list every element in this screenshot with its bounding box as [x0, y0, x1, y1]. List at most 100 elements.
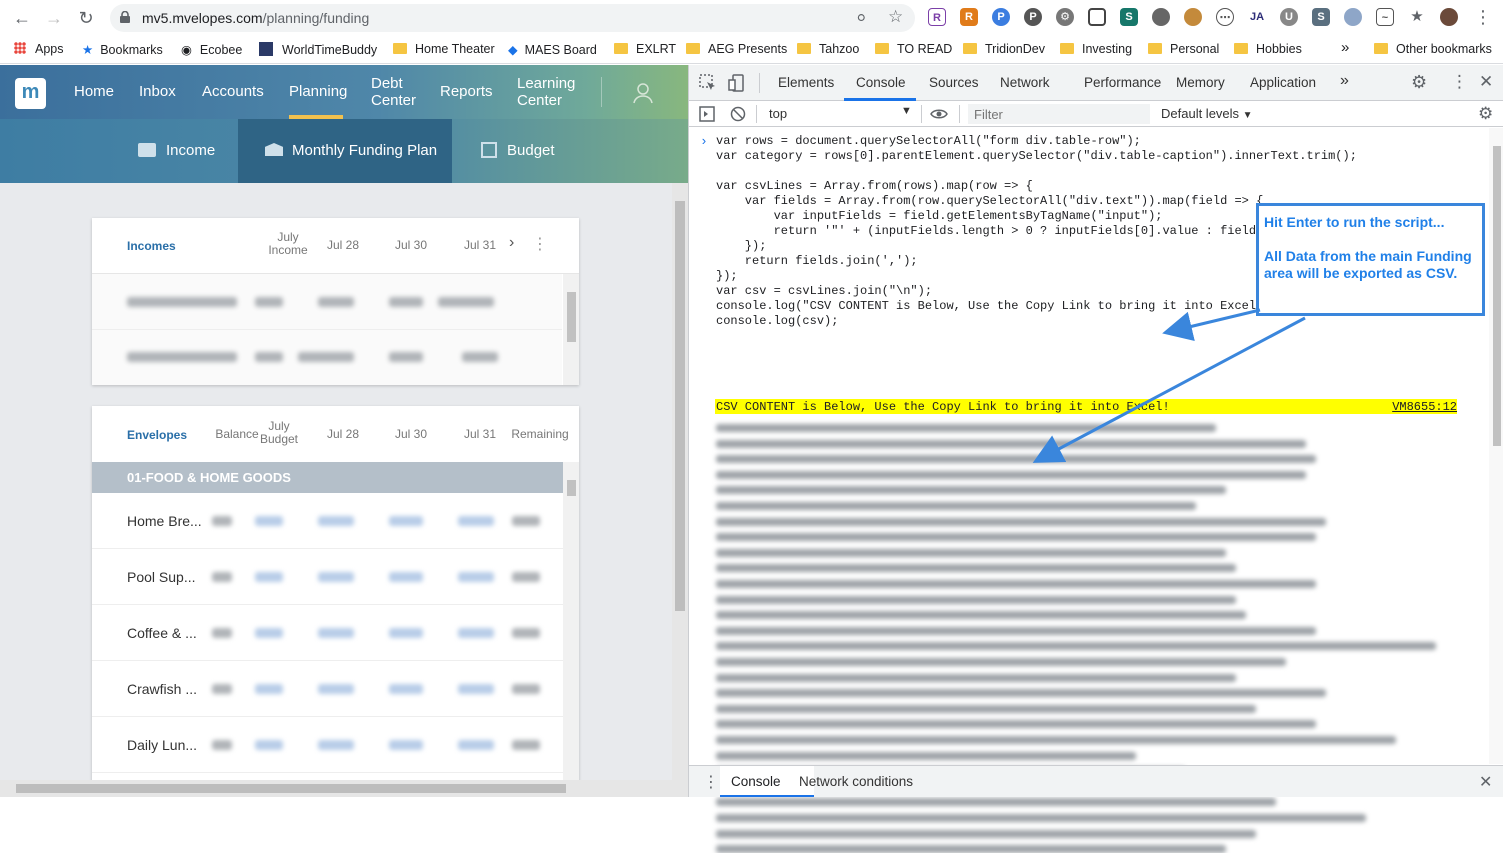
envelope-row[interactable]: Crawfish ...	[92, 661, 563, 717]
nav-inbox[interactable]: Inbox	[139, 83, 176, 100]
screenshot-icon[interactable]	[1088, 8, 1106, 26]
bookmark-personal[interactable]: Personal	[1148, 42, 1219, 58]
bookmark-tahzoo[interactable]: Tahzoo	[797, 42, 859, 58]
extension-r-icon[interactable]: R	[928, 8, 946, 26]
extension-ja-icon[interactable]: JA	[1248, 8, 1266, 26]
blurred-cell	[255, 352, 283, 362]
blurred-cell	[458, 516, 494, 526]
browser-menu-icon[interactable]: ⋮	[1474, 7, 1492, 28]
next-columns-icon[interactable]: ›	[509, 234, 514, 252]
envelope-row[interactable]: Pool Sup...	[92, 549, 563, 605]
extension-u-icon[interactable]: U	[1280, 8, 1298, 26]
pinterest-icon[interactable]: P	[1024, 8, 1042, 26]
tab-elements[interactable]: Elements	[778, 75, 834, 90]
mvelopes-logo[interactable]: m	[15, 78, 46, 109]
tab-application[interactable]: Application	[1250, 75, 1316, 90]
page-scrollbar[interactable]	[672, 183, 688, 797]
scroll-thumb[interactable]	[567, 480, 576, 496]
extension-circle-icon[interactable]	[1152, 8, 1170, 26]
nav-accounts[interactable]: Accounts	[202, 83, 264, 100]
bookmark-to-read[interactable]: TO READ	[875, 42, 952, 58]
key-icon[interactable]: ⚪	[855, 9, 868, 27]
console-filter-input[interactable]	[968, 104, 1150, 124]
blurred-cell	[212, 572, 232, 582]
horizontal-scrollbar[interactable]	[0, 780, 672, 797]
inspect-element-icon[interactable]	[699, 74, 717, 92]
star-icon[interactable]: ☆	[888, 7, 903, 27]
scroll-thumb[interactable]	[1493, 146, 1501, 446]
extension-p-icon[interactable]: P	[992, 8, 1010, 26]
category-header[interactable]: 01-FOOD & HOME GOODS	[92, 462, 563, 493]
console-settings-icon[interactable]: ⚙	[1478, 104, 1493, 124]
bookmark-apps[interactable]: Apps	[14, 42, 64, 58]
tab-memory[interactable]: Memory	[1176, 75, 1225, 90]
eye-icon[interactable]	[930, 107, 948, 121]
scroll-thumb[interactable]	[567, 292, 576, 342]
bookmark-worldtimebuddy[interactable]: WorldTimeBuddy	[259, 42, 377, 58]
bookmark-aeg-presents[interactable]: AEG Presents	[686, 42, 787, 58]
extension-s-icon[interactable]: S	[1120, 8, 1138, 26]
bookmark-home-theater[interactable]: Home Theater	[393, 42, 495, 58]
scroll-thumb[interactable]	[16, 784, 566, 793]
nav-planning[interactable]: Planning	[289, 83, 347, 100]
envelopes-scrollbar[interactable]	[563, 462, 579, 797]
puzzle-icon[interactable]: ★	[1408, 8, 1426, 26]
bookmark-ecobee[interactable]: ◉ Ecobee	[181, 42, 242, 58]
nav-home[interactable]: Home	[74, 83, 114, 100]
nav-debt-center[interactable]: Debt Center	[371, 75, 416, 109]
drawer-tab-network-conditions[interactable]: Network conditions	[799, 774, 913, 789]
tab-network[interactable]: Network	[1000, 75, 1050, 90]
envelope-row[interactable]: Home Bre...	[92, 493, 563, 549]
reload-icon[interactable]: ↻	[74, 6, 98, 30]
kebab-menu-icon[interactable]: ⋮	[532, 234, 548, 254]
tab-console[interactable]: Console	[856, 75, 906, 90]
avatar[interactable]	[1440, 8, 1458, 26]
income-row[interactable]	[92, 330, 562, 385]
nav-learning-center[interactable]: Learning Center	[517, 75, 575, 109]
bookmark-hobbies[interactable]: Hobbies	[1234, 42, 1302, 58]
sidebar-toggle-icon[interactable]	[699, 106, 715, 122]
bookmark-investing[interactable]: Investing	[1060, 42, 1132, 58]
cookie-icon[interactable]	[1184, 8, 1202, 26]
extension-s2-icon[interactable]: S	[1312, 8, 1330, 26]
forward-icon[interactable]: →	[42, 6, 66, 30]
bookmark-bookmarks[interactable]: ★ Bookmarks	[82, 42, 163, 58]
context-dropdown-icon[interactable]: ▼	[901, 105, 912, 117]
device-toolbar-icon[interactable]	[728, 74, 746, 92]
incomes-scrollbar[interactable]	[563, 274, 579, 385]
close-devtools-icon[interactable]: ✕	[1479, 72, 1493, 92]
envelope-row[interactable]: Coffee & ...	[92, 605, 563, 661]
bookmark-other[interactable]: Other bookmarks	[1374, 42, 1492, 58]
subnav-budget[interactable]: Budget	[481, 119, 581, 183]
tab-performance[interactable]: Performance	[1084, 75, 1161, 90]
tabs-overflow[interactable]: »	[1340, 72, 1349, 90]
close-drawer-icon[interactable]: ✕	[1479, 772, 1492, 792]
context-selector[interactable]: top	[769, 106, 787, 121]
extension-orange-icon[interactable]: R	[960, 8, 978, 26]
subnav-monthly-funding-plan[interactable]: Monthly Funding Plan	[238, 119, 452, 183]
devtools-menu-icon[interactable]: ⋮	[1451, 72, 1468, 92]
subnav-income[interactable]: Income	[138, 119, 238, 183]
back-icon[interactable]: ←	[10, 6, 34, 30]
clear-console-icon[interactable]	[730, 106, 746, 122]
bookmarks-overflow[interactable]: »	[1341, 39, 1349, 56]
user-icon[interactable]	[632, 82, 654, 104]
log-levels-dropdown[interactable]: Default levels ▼	[1161, 106, 1253, 121]
bookmark-exlrt[interactable]: EXLRT	[614, 42, 676, 58]
tab-sources[interactable]: Sources	[929, 75, 979, 90]
address-bar[interactable]: mv5.mvelopes.com/planning/funding ⚪ ☆	[110, 4, 915, 32]
extension-blue-icon[interactable]	[1344, 8, 1362, 26]
bookmark-maes-board[interactable]: ◆ MAES Board	[508, 42, 597, 58]
drawer-menu-icon[interactable]: ⋮	[703, 772, 719, 792]
code-extension-icon[interactable]: ⋯	[1216, 8, 1234, 26]
scroll-thumb[interactable]	[675, 201, 685, 611]
gear-extension-icon[interactable]: ⚙	[1056, 8, 1074, 26]
envelope-row[interactable]: Daily Lun...	[92, 717, 563, 773]
nav-reports[interactable]: Reports	[440, 83, 493, 100]
log-source-link[interactable]: VM8655:12	[1392, 400, 1457, 414]
console-scrollbar[interactable]	[1489, 128, 1503, 764]
income-row[interactable]	[92, 274, 562, 329]
bookmark-tridiondev[interactable]: TridionDev	[963, 42, 1045, 58]
settings-gear-icon[interactable]: ⚙	[1411, 72, 1427, 93]
extension-chart-icon[interactable]: ~	[1376, 8, 1394, 26]
